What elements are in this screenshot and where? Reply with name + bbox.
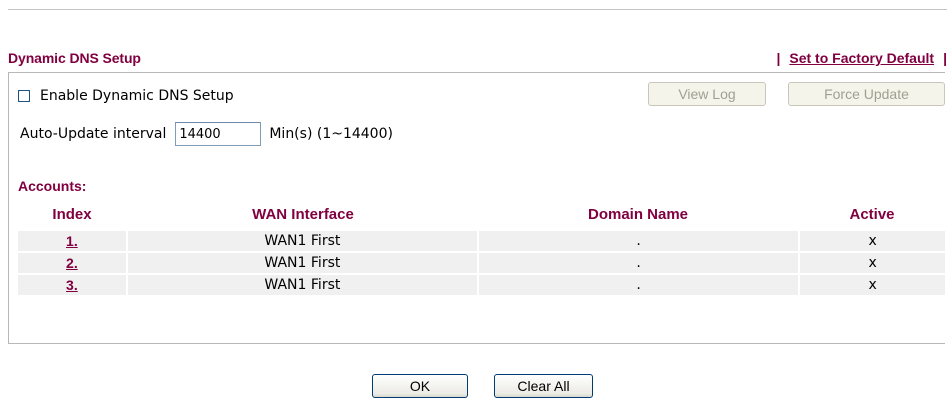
auto-update-interval-row: Auto-Update interval Min(s) (1~14400) (20, 121, 393, 147)
active-cell: x (800, 253, 945, 273)
factory-default-area: | Set to Factory Default | (767, 50, 947, 68)
accounts-table: 1. WAN1 First . x 2. WAN1 First . x 3. W… (18, 231, 945, 297)
column-header-active: Active (849, 206, 895, 223)
top-divider (8, 9, 947, 10)
account-3-link[interactable]: 3. (66, 277, 78, 293)
account-1-link[interactable]: 1. (66, 233, 78, 249)
domain-cell: . (479, 275, 799, 295)
table-row: 1. WAN1 First . x (18, 231, 945, 251)
force-update-button[interactable]: Force Update (788, 82, 945, 106)
index-cell: 2. (18, 253, 126, 273)
domain-cell: . (479, 231, 799, 251)
separator: | (776, 50, 781, 66)
accounts-heading: Accounts: (18, 178, 87, 194)
set-factory-default-link[interactable]: Set to Factory Default (789, 50, 934, 66)
index-cell: 3. (18, 275, 126, 295)
view-log-button[interactable]: View Log (648, 82, 766, 106)
enable-ddns-checkbox[interactable] (18, 90, 30, 102)
page-title: Dynamic DNS Setup (8, 50, 141, 66)
clear-all-button[interactable]: Clear All (494, 374, 593, 398)
table-row: 3. WAN1 First . x (18, 275, 945, 295)
wan-cell: WAN1 First (127, 253, 477, 273)
separator: | (943, 50, 947, 66)
column-header-wan-interface: WAN Interface (252, 206, 354, 223)
ok-button[interactable]: OK (372, 374, 468, 398)
interval-label: Auto-Update interval (20, 126, 167, 142)
active-cell: x (800, 275, 945, 295)
column-header-domain-name: Domain Name (587, 206, 689, 223)
column-header-index: Index (52, 206, 92, 223)
settings-panel (8, 72, 945, 344)
wan-cell: WAN1 First (127, 275, 477, 295)
enable-ddns-label: Enable Dynamic DNS Setup (40, 88, 234, 104)
enable-ddns-row: Enable Dynamic DNS Setup (16, 87, 234, 105)
index-cell: 1. (18, 231, 126, 251)
wan-cell: WAN1 First (127, 231, 477, 251)
interval-input[interactable] (175, 122, 262, 146)
interval-unit-label: Min(s) (1~14400) (269, 126, 393, 142)
active-cell: x (800, 231, 945, 251)
table-row: 2. WAN1 First . x (18, 253, 945, 273)
domain-cell: . (479, 253, 799, 273)
account-2-link[interactable]: 2. (66, 255, 78, 271)
